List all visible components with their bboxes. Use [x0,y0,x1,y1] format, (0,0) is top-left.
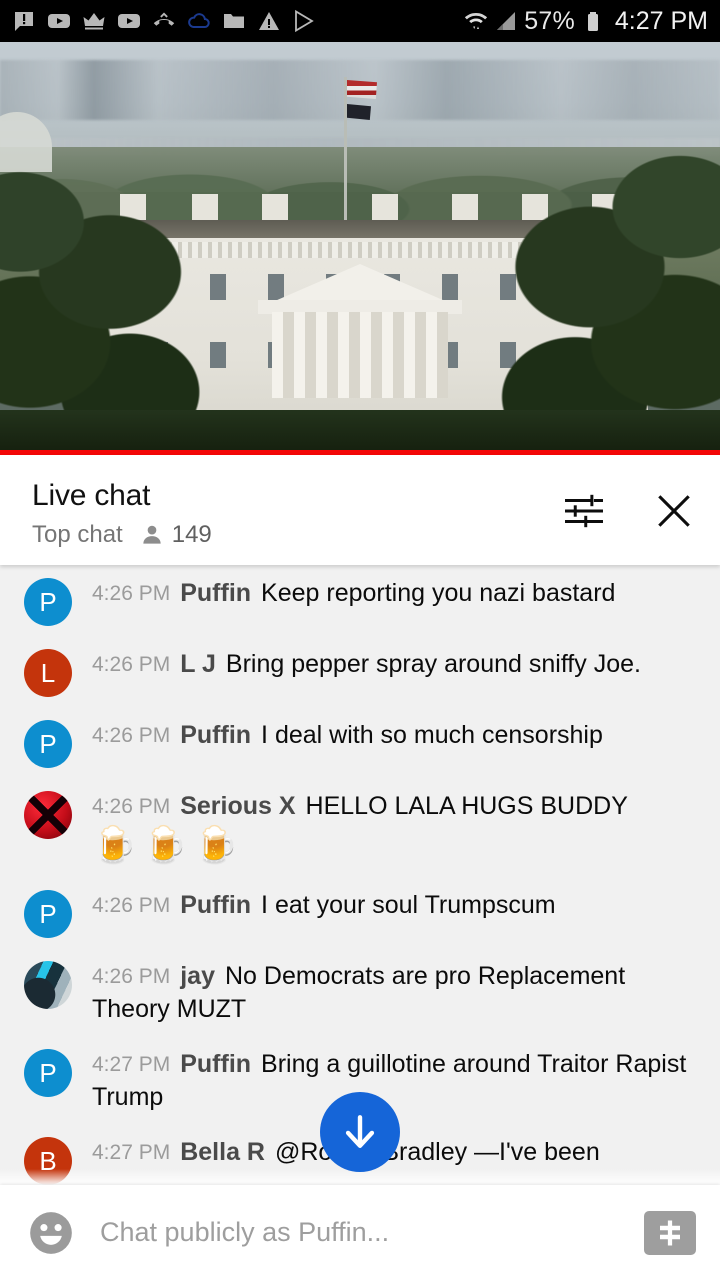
chat-message-body: 4:26 PM jay No Democrats are pro Replaceme… [92,958,700,1026]
video-foreground-trees [0,410,720,450]
message-timestamp: 4:26 PM [92,795,171,818]
avatar[interactable]: P [24,578,72,626]
scroll-to-bottom-button[interactable] [320,1092,400,1172]
message-emoji: 🍺🍺🍺 [92,824,245,865]
chat-message[interactable]: P 4:26 PM Puffin Keep reporting you nazi ba… [0,565,720,636]
emoji-smiley-icon[interactable] [26,1208,76,1258]
chat-subtitle-row: Top chat 149 [32,521,562,549]
live-chat-header: Live chat Top chat 149 [0,455,720,565]
message-author[interactable]: Puffin [180,579,251,607]
status-bar: 57% 4:27 PM [0,0,720,42]
message-author[interactable]: Puffin [180,721,251,749]
youtube-icon [48,14,70,28]
avatar[interactable]: P [24,720,72,768]
chat-message-body: 4:26 PM Serious X HELLO LALA HUGS BUDDY 🍺🍺🍺 [92,788,700,867]
message-author[interactable]: jay [180,962,215,990]
battery-icon [587,12,598,31]
youtube-icon [118,14,140,28]
chat-input[interactable] [100,1217,620,1248]
dollar-icon [660,1220,680,1245]
message-timestamp: 4:27 PM [92,1141,171,1164]
crown-icon [83,13,105,30]
message-author[interactable]: Puffin [180,1050,251,1078]
avatar[interactable]: P [24,1049,72,1097]
live-chat-title: Live chat [32,479,151,512]
message-timestamp: 4:26 PM [92,653,171,676]
chat-input-bar [0,1185,720,1280]
cell-signal-icon [497,12,516,30]
message-timestamp: 4:26 PM [92,965,171,988]
avatar[interactable] [24,791,72,839]
message-timestamp: 4:26 PM [92,724,171,747]
chat-header-actions [562,479,696,533]
chat-message-body: 4:27 PM Puffin Bring a guillotine around T… [92,1046,700,1114]
clock-label: 4:27 PM [614,6,708,35]
chat-message[interactable]: 4:26 PM jay No Democrats are pro Replaceme… [0,948,720,1036]
folder-icon [224,14,244,28]
chat-message[interactable]: L 4:26 PM L J Bring pepper spray around sni… [0,636,720,707]
chat-alert-icon [15,12,33,31]
message-text: Bring pepper spray around sniffy Joe. [225,650,641,678]
message-text: I eat your soul Trumpscum [261,891,556,919]
battery-percent-label: 57% [524,6,575,35]
viewer-count-group: 149 [139,521,212,549]
video-player[interactable] [0,42,720,455]
avatar[interactable]: L [24,649,72,697]
message-author[interactable]: Puffin [180,891,251,919]
video-us-flag [347,80,377,99]
wifi-transfer-icon [465,13,488,29]
message-text: HELLO LALA HUGS BUDDY [305,792,628,820]
viewer-count-label: 149 [171,521,212,548]
video-pow-flag [347,104,371,120]
avatar[interactable] [24,961,72,1009]
chat-message[interactable]: 4:26 PM Serious X HELLO LALA HUGS BUDDY 🍺🍺🍺 [0,778,720,877]
status-bar-system-icons: 57% 4:27 PM [464,7,708,36]
message-author[interactable]: Serious X [180,792,295,820]
message-timestamp: 4:27 PM [92,1053,171,1076]
chat-message-body: 4:26 PM Puffin Keep reporting you nazi bas… [92,575,700,610]
status-bar-notification-icons [12,9,464,33]
chat-message[interactable]: P 4:26 PM Puffin I eat your soul Trumpscum [0,877,720,948]
message-author[interactable]: L J [180,650,216,678]
video-columns [272,312,448,398]
super-chat-button[interactable] [644,1210,696,1255]
close-icon[interactable] [652,489,696,533]
play-store-icon [295,9,314,33]
chat-message-body: 4:26 PM Puffin I deal with so much censors… [92,717,700,752]
missed-call-icon [153,12,175,26]
chat-message[interactable]: P 4:26 PM Puffin I deal with so much censor… [0,707,720,778]
chat-message-body: 4:26 PM L J Bring pepper spray around snif… [92,646,700,681]
message-author[interactable]: Bella R [180,1138,265,1166]
message-text: I deal with so much censorship [261,721,603,749]
person-icon [143,525,161,544]
message-text: No Democrats are pro Replacement Theory … [92,962,626,1023]
avatar[interactable]: P [24,890,72,938]
cloud-icon [188,13,210,28]
chat-message-body: 4:26 PM Puffin I eat your soul Trumpscum [92,887,700,922]
chat-title-group: Live chat Top chat 149 [32,479,562,549]
message-timestamp: 4:26 PM [92,894,171,917]
top-chat-label[interactable]: Top chat [32,521,123,549]
message-timestamp: 4:26 PM [92,582,171,605]
arrow-down-icon [345,1115,375,1148]
warning-icon [259,12,279,30]
tune-icon[interactable] [562,489,606,533]
message-text: Keep reporting you nazi bastard [261,579,616,607]
